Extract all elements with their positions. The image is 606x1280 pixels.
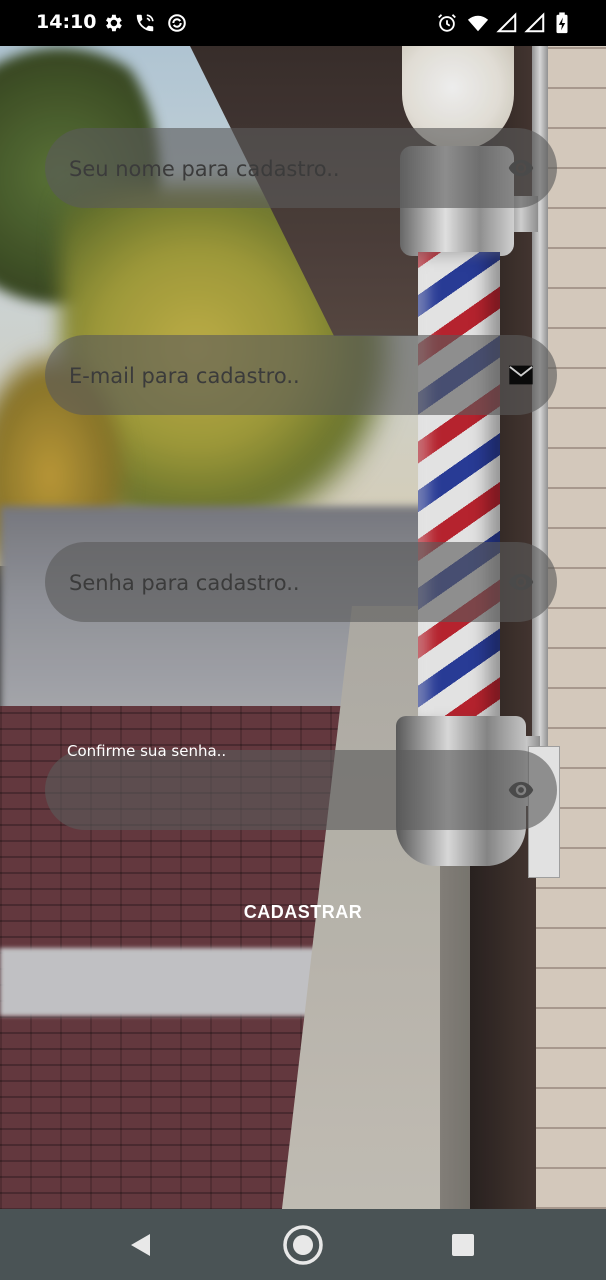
home-icon[interactable]: [281, 1223, 325, 1267]
recents-icon[interactable]: [441, 1223, 485, 1267]
navigation-bar: [0, 1209, 606, 1280]
sync-icon: [168, 14, 186, 32]
eye-icon[interactable]: [505, 154, 537, 182]
email-input[interactable]: [67, 335, 501, 417]
email-field[interactable]: [45, 335, 557, 417]
cadastrar-button[interactable]: CADASTRAR: [203, 886, 403, 938]
alarm-icon: [438, 14, 456, 32]
status-bar: 14:10: [0, 0, 606, 46]
eye-icon[interactable]: [505, 568, 537, 596]
signal-icon: [496, 12, 517, 33]
confirm-password-input[interactable]: [67, 750, 501, 832]
password-field[interactable]: [45, 542, 557, 624]
confirm-password-label: Confirme sua senha..: [67, 742, 227, 760]
battery-charging-icon: [556, 12, 568, 34]
wifi-icon: [467, 15, 489, 32]
status-time: 14:10: [36, 11, 97, 33]
name-field[interactable]: [45, 128, 557, 210]
password-input[interactable]: [67, 542, 501, 624]
name-input[interactable]: [67, 128, 501, 210]
gear-icon: [106, 14, 122, 32]
eye-icon[interactable]: [505, 776, 537, 804]
confirm-password-field[interactable]: [45, 750, 557, 832]
signal-icon: [524, 12, 545, 33]
background-photo: [0, 46, 606, 1209]
wifi-call-icon: [136, 14, 154, 32]
overlay: [0, 46, 606, 1209]
email-icon: [509, 365, 533, 385]
back-icon[interactable]: [118, 1223, 162, 1267]
